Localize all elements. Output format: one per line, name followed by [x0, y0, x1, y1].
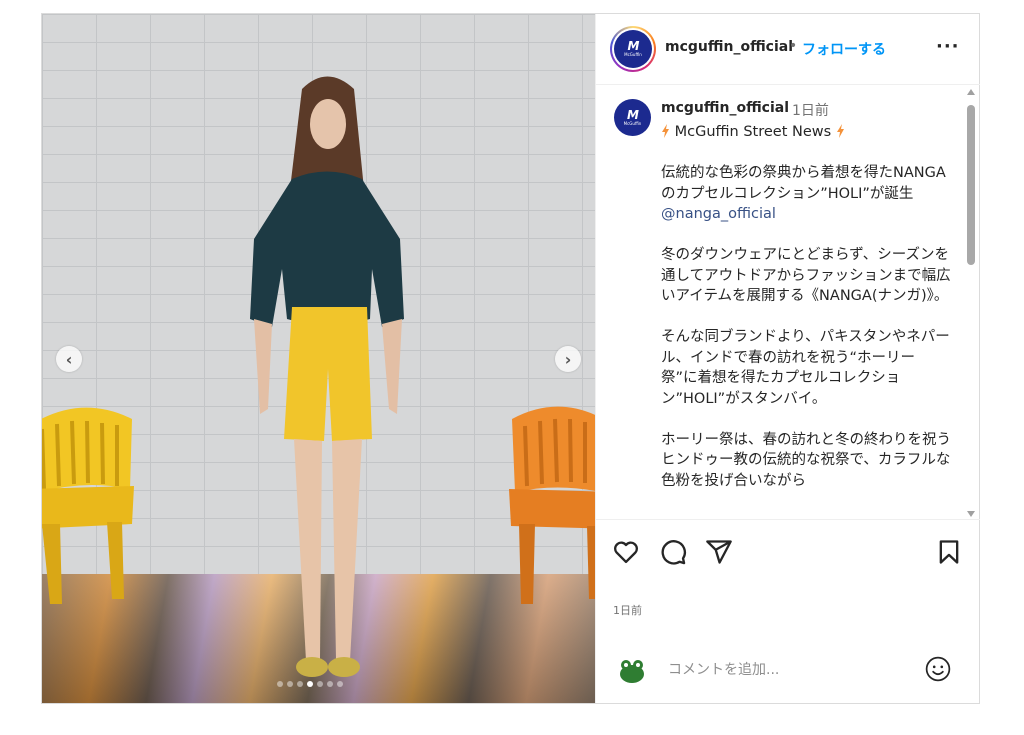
carousel-dot	[307, 681, 313, 687]
carousel-prev-button[interactable]: ‹	[56, 346, 82, 372]
yellow-chair-image	[42, 407, 134, 604]
caption-headline: McGuffin Street News	[674, 124, 832, 140]
post-timestamp[interactable]: 1日前	[613, 602, 642, 618]
comment-icon[interactable]	[659, 538, 687, 566]
post-header: M McGuffin mcguffin_official • フォローする ··…	[596, 14, 980, 85]
post-container: ‹ › M McGuffin mcguffin_official • フォローす…	[41, 13, 980, 704]
carousel-dot	[297, 681, 303, 687]
model-figure-image	[250, 76, 404, 677]
caption-avatar[interactable]: M McGuffin	[614, 99, 651, 136]
post-actions	[596, 519, 980, 580]
caption-paragraph: ホーリー祭は、春の訪れと冬の終わりを祝うヒンドゥー教の伝統的な祝祭で、カラフルな…	[661, 431, 951, 489]
caption-timestamp[interactable]: 1日前	[792, 100, 829, 120]
brand-logo-icon: M	[627, 39, 640, 53]
caption-paragraph: 伝統的な色彩の祭典から着想を得たNANGA のカプセルコレクション”HOLI”が…	[661, 165, 951, 202]
scroll-thumb[interactable]	[967, 105, 975, 265]
caption-paragraph: 冬のダウンウェアにとどまらず、シーズンを通してアウトドアからファッションまで幅広…	[661, 247, 951, 304]
carousel-dot	[317, 681, 323, 687]
carousel-dot	[277, 681, 283, 687]
post-side-panel: M McGuffin mcguffin_official • フォローする ··…	[595, 14, 980, 703]
add-comment-bar	[596, 644, 980, 702]
carousel-dot	[327, 681, 333, 687]
lightning-icon	[661, 124, 670, 140]
caption-scrollbar[interactable]	[965, 89, 977, 519]
more-options-icon[interactable]: ···	[936, 36, 960, 57]
frog-avatar-icon	[620, 660, 644, 683]
avatar[interactable]: M McGuffin	[614, 30, 652, 68]
share-icon[interactable]	[705, 538, 733, 566]
scroll-down-icon[interactable]	[967, 511, 975, 517]
comment-input[interactable]	[666, 656, 910, 684]
caption-text: McGuffin Street News 伝統的な色彩の祭典から着想を得たNAN…	[661, 122, 951, 491]
carousel-indicator	[277, 681, 343, 687]
bookmark-icon[interactable]	[935, 538, 963, 566]
carousel-next-button[interactable]: ›	[555, 346, 581, 372]
brand-logo-icon: M	[627, 107, 639, 122]
caption-scroll-area[interactable]: M McGuffin mcguffin_official 1日前 McGuffi…	[596, 85, 980, 519]
caption-paragraph: そんな同ブランドより、パキスタンやネパール、インドで春の訪れを祝う“ホーリー祭”…	[661, 329, 950, 407]
lightning-icon	[836, 124, 845, 140]
carousel-dot	[337, 681, 343, 687]
header-username-link[interactable]: mcguffin_official	[665, 39, 793, 55]
scroll-up-icon[interactable]	[967, 89, 975, 95]
orange-chair-image	[509, 406, 595, 604]
post-photo[interactable]: ‹ ›	[42, 14, 595, 703]
story-ring[interactable]: M McGuffin	[610, 26, 656, 72]
follow-button[interactable]: フォローする	[802, 39, 886, 59]
carousel-dot	[287, 681, 293, 687]
separator-dot: •	[789, 38, 798, 54]
caption-username-link[interactable]: mcguffin_official	[661, 100, 789, 116]
user-avatar[interactable]	[614, 652, 650, 688]
smiley-icon[interactable]	[925, 656, 951, 682]
mention-link[interactable]: @nanga_official	[661, 206, 776, 222]
heart-icon[interactable]	[612, 538, 640, 566]
